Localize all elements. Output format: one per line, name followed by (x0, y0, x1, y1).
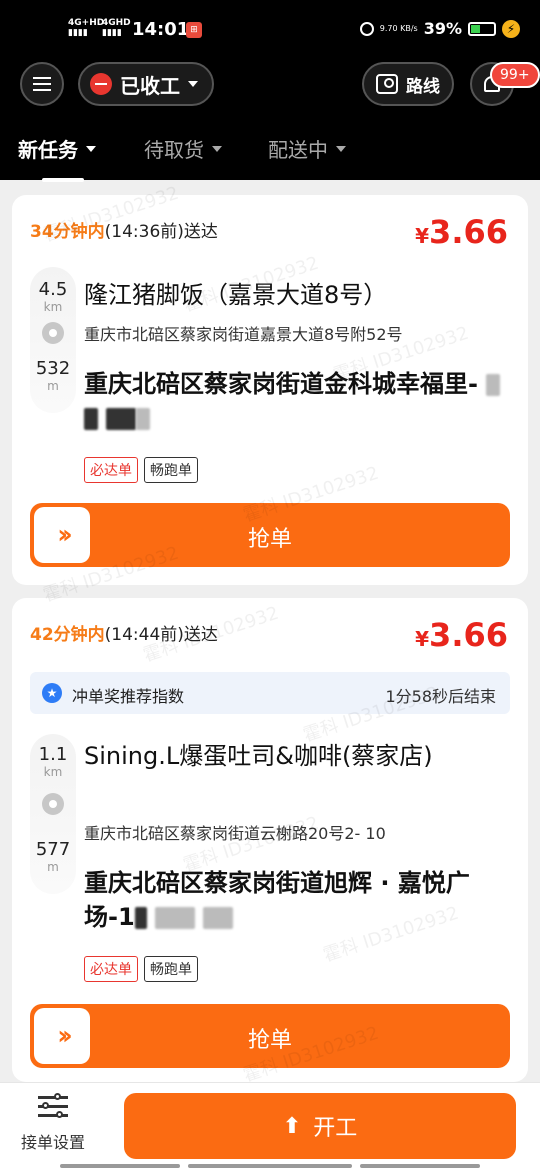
grab-order-button[interactable]: ›› 抢单 (30, 1004, 510, 1068)
bottom-bar: 接单设置 ⬆ 开工 (0, 1082, 540, 1170)
gesture-bar (60, 1164, 180, 1168)
order-price: ¥3.66 (415, 616, 508, 654)
route-button[interactable]: 路线 (362, 62, 454, 106)
route-label: 路线 (406, 76, 440, 97)
tag-must-deliver: 必达单 (84, 956, 138, 982)
shop-name: 隆江猪脚饭（嘉景大道8号） (84, 281, 388, 309)
sliders-icon (38, 1093, 68, 1121)
chevron-down-icon (212, 145, 222, 152)
tab-pending-pickup[interactable]: 待取货 (144, 134, 222, 163)
destination-address: 重庆北碚区蔡家岗街道金科城幸福里- (84, 367, 514, 435)
shop-address: 重庆市北碚区蔡家岗街道云榭路20号2- 10 (84, 824, 386, 843)
status-bar: 4G+HD ▮▮▮▮ 4GHD ▮▮▮▮ 14:01 ⊞ 9.70 KB/s 39%… (0, 0, 540, 60)
battery-percent: 39% (423, 19, 462, 38)
clock: 14:01 (132, 19, 190, 40)
drop-distance: 532 (35, 358, 71, 379)
active-tab-indicator (42, 178, 84, 182)
signal-icon-2: 4GHD ▮▮▮▮ (102, 18, 131, 38)
battery-icon (468, 21, 496, 36)
destination-address: 重庆北碚区蔡家岗街道旭辉 · 嘉悦广场-1 (84, 869, 470, 931)
pickup-distance: 4.5 (38, 279, 68, 300)
bonus-countdown: 1分58秒后结束 (385, 687, 496, 706)
tab-new-tasks[interactable]: 新任务 (18, 134, 96, 163)
charging-icon: ⚡ (502, 19, 520, 38)
shop-name: Sining.L爆蛋吐司&咖啡(蔡家店) (84, 742, 433, 770)
grab-order-button[interactable]: ›› 抢单 (30, 503, 510, 567)
order-settings-button[interactable]: 接单设置 (14, 1093, 92, 1153)
start-work-label: 开工 (313, 1116, 358, 1141)
menu-icon (33, 77, 51, 79)
signal-icon: 4G+HD ▮▮▮▮ (68, 18, 105, 38)
distance-column: 1.1 km 577 m (30, 734, 76, 894)
order-price: ¥3.66 (415, 213, 508, 251)
stop-icon (90, 73, 112, 95)
chevron-down-icon (336, 145, 346, 152)
chevron-down-icon (86, 145, 96, 152)
tag-smooth-run: 畅跑单 (144, 457, 198, 483)
gesture-bar (360, 1164, 480, 1168)
arrow-up-icon: ⬆ (282, 1113, 302, 1139)
app-header: 已收工 路线 99+ 新任务 待取货 配送中 (0, 60, 540, 182)
start-work-button[interactable]: ⬆ 开工 (124, 1093, 516, 1159)
pickup-distance: 1.1 (38, 744, 68, 765)
delivery-time: 34分钟内(14:36前)送达 (30, 222, 218, 242)
work-status-label: 已收工 (120, 73, 180, 98)
work-status-button[interactable]: 已收工 (78, 62, 214, 106)
notification-badge: 99+ (490, 62, 540, 88)
gesture-bar (188, 1164, 352, 1168)
star-badge-icon: ★ (42, 683, 62, 703)
pin-icon (42, 322, 64, 344)
tag-smooth-run: 畅跑单 (144, 956, 198, 982)
order-card[interactable]: 34分钟内(14:36前)送达 ¥3.66 4.5 km 532 m 隆江猪脚饭… (12, 195, 528, 585)
app-notification-icon: ⊞ (186, 22, 202, 38)
network-speed: 9.70 KB/s (379, 24, 418, 33)
chevron-down-icon (188, 81, 198, 87)
order-settings-label: 接单设置 (20, 1133, 85, 1152)
delivery-time: 42分钟内(14:44前)送达 (30, 625, 218, 645)
tag-must-deliver: 必达单 (84, 457, 138, 483)
location-icon (359, 21, 374, 36)
shop-address: 重庆市北碚区蔡家岗街道嘉景大道8号附52号 (84, 325, 403, 344)
bonus-label: 冲单奖推荐指数 (72, 687, 185, 706)
tab-delivering[interactable]: 配送中 (268, 134, 346, 163)
order-tags: 必达单 畅跑单 (84, 457, 198, 483)
menu-button[interactable] (20, 62, 64, 106)
map-icon (376, 74, 398, 94)
order-card[interactable]: 42分钟内(14:44前)送达 ¥3.66 ★ 冲单奖推荐指数 1分58秒后结束… (12, 598, 528, 1082)
pin-icon (42, 793, 64, 815)
task-tabs: 新任务 待取货 配送中 (0, 130, 540, 182)
bonus-banner[interactable]: ★ 冲单奖推荐指数 1分58秒后结束 (30, 672, 510, 714)
drop-distance: 577 (35, 839, 71, 860)
order-tags: 必达单 畅跑单 (84, 956, 198, 982)
distance-column: 4.5 km 532 m (30, 267, 76, 413)
